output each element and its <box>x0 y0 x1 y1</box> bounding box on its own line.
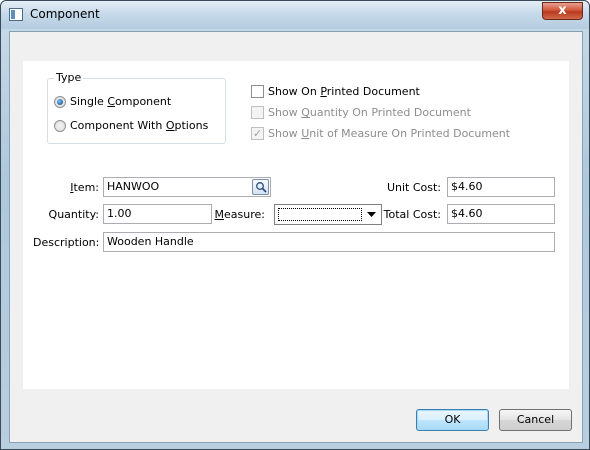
label-accelerator: Q <box>301 106 310 119</box>
description-label: Description: <box>33 236 100 249</box>
checkbox-show-on-printed[interactable]: Show On Printed Document <box>251 85 420 98</box>
item-input[interactable]: HANWOO <box>103 177 271 197</box>
label-part: omponent <box>115 95 172 108</box>
checkbox-label: Show On Printed Document <box>268 85 420 98</box>
label-accelerator: C <box>107 95 116 108</box>
total-cost-input[interactable]: $4.60 <box>447 204 555 224</box>
close-button[interactable]: x <box>542 2 583 20</box>
quantity-label: Quantity: <box>48 208 99 221</box>
form-panel: Type Single Component Component With Opt… <box>23 61 569 389</box>
label-part: Component With <box>70 119 166 132</box>
lookup-button[interactable] <box>252 179 269 195</box>
radio-label: Single Component <box>70 95 171 108</box>
description-input[interactable]: Wooden Handle <box>103 232 555 252</box>
radio-button-checked[interactable] <box>54 95 66 108</box>
unit-cost-label: Unit Cost: <box>386 181 441 194</box>
dialog-window: Component x Type Single Component Compon… <box>0 0 590 450</box>
checkbox-show-quantity[interactable]: Show Quantity On Printed Document <box>251 106 471 119</box>
checkbox-disabled-checked[interactable]: ✓ <box>251 127 264 140</box>
chevron-down-icon[interactable] <box>364 207 379 222</box>
window-icon[interactable] <box>9 8 23 21</box>
checkbox-label: Show Unit of Measure On Printed Document <box>268 127 510 140</box>
label-part: easure: <box>224 208 265 221</box>
total-cost-label: Total Cost: <box>383 208 441 221</box>
cancel-button[interactable]: Cancel <box>499 409 572 431</box>
label-accelerator: O <box>165 119 175 132</box>
type-groupbox: Type Single Component Component With Opt… <box>47 71 226 144</box>
label-part: tem: <box>73 181 99 194</box>
checkbox-label: Show Quantity On Printed Document <box>268 106 471 119</box>
window-title: Component <box>30 7 100 21</box>
title-bar[interactable]: Component x <box>1 1 589 29</box>
magnifier-icon <box>256 182 267 193</box>
label-part: rinted Document <box>326 85 420 98</box>
radio-component-with-options[interactable]: Component With Options <box>54 119 208 132</box>
checkbox[interactable] <box>251 85 264 98</box>
quantity-input[interactable]: 1.00 <box>103 204 212 224</box>
label-part: Show <box>268 106 302 119</box>
checkbox-disabled[interactable] <box>251 106 264 119</box>
item-value: HANWOO <box>107 180 160 193</box>
checkbox-show-unit-of-measure[interactable]: ✓ Show Unit of Measure On Printed Docume… <box>251 127 510 140</box>
measure-select[interactable] <box>274 204 382 225</box>
measure-focus-area <box>278 208 362 221</box>
label-part: Single <box>70 95 108 108</box>
measure-label: Measure: <box>213 208 265 221</box>
label-part: uantity On Printed Document <box>309 106 471 119</box>
item-label: Item: <box>63 181 99 194</box>
radio-label: Component With Options <box>70 119 208 132</box>
label-part: ptions <box>174 119 209 132</box>
radio-button[interactable] <box>54 119 66 132</box>
radio-single-component[interactable]: Single Component <box>54 95 171 108</box>
ok-button[interactable]: OK <box>416 409 489 431</box>
label-accelerator: M <box>214 208 225 221</box>
label-part: Show On <box>268 85 321 98</box>
label-part: nit of Measure On Printed Document <box>309 127 511 140</box>
label-part: Show <box>268 127 302 140</box>
type-legend: Type <box>54 71 84 84</box>
unit-cost-input[interactable]: $4.60 <box>447 177 555 197</box>
